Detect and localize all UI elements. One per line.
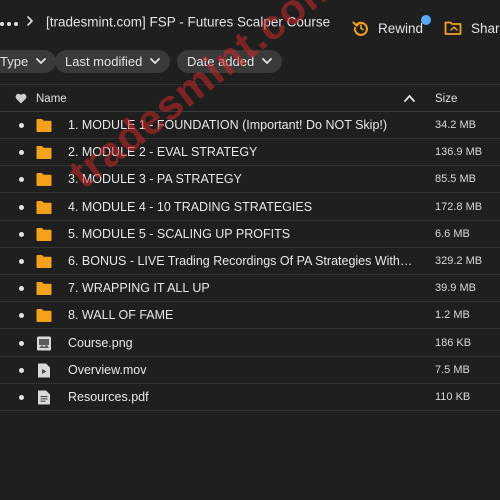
file-size: 1.2 MB — [435, 309, 470, 322]
rewind-button[interactable]: Rewind — [352, 19, 423, 37]
bullet-icon — [19, 286, 24, 292]
file-row[interactable]: 5. MODULE 5 - SCALING UP PROFITS 6.6 MB — [0, 221, 500, 248]
file-size: 85.5 MB — [435, 173, 476, 186]
date-added-filter-label: Date added — [187, 54, 255, 69]
file-name[interactable]: 4. MODULE 4 - 10 TRADING STRATEGIES — [68, 200, 312, 214]
file-name[interactable]: 8. WALL OF FAME — [68, 308, 173, 322]
file-row[interactable]: 7. WRAPPING IT ALL UP 39.9 MB — [0, 275, 500, 303]
heart-icon[interactable] — [15, 93, 27, 104]
bullet-icon — [19, 367, 24, 373]
bullet-icon — [19, 231, 24, 237]
type-filter-label: Type — [0, 54, 29, 69]
last-modified-filter-chip[interactable]: Last modified — [55, 50, 171, 73]
bullet-icon — [19, 177, 24, 183]
rewind-icon — [352, 21, 368, 36]
file-name[interactable]: Overview.mov — [68, 363, 147, 377]
bullet-icon — [19, 204, 24, 210]
file-row[interactable]: 6. BONUS - LIVE Trading Recordings Of PA… — [0, 248, 500, 275]
list-header: Name Size — [0, 84, 500, 112]
last-modified-filter-label: Last modified — [65, 54, 143, 69]
size-column-header[interactable]: Size — [435, 93, 457, 105]
name-column-header[interactable]: Name — [36, 93, 67, 105]
folder-icon — [36, 227, 52, 242]
folder-icon — [36, 308, 52, 323]
file-name[interactable]: Resources.pdf — [68, 390, 149, 404]
file-size: 6.6 MB — [435, 227, 470, 240]
file-size: 172.8 MB — [435, 200, 483, 213]
share-button[interactable]: Shar — [444, 20, 500, 36]
sort-arrow-up-icon[interactable] — [404, 94, 415, 102]
file-name[interactable]: Course.png — [68, 336, 133, 350]
share-label: Shar — [471, 20, 500, 36]
bullet-icon — [19, 150, 24, 156]
video-file-icon — [36, 363, 52, 378]
folder-title: [tradesmint.com] FSP - Futures Scalper C… — [46, 14, 331, 30]
file-size: 34.2 MB — [435, 119, 476, 131]
file-name[interactable]: 7. WRAPPING IT ALL UP — [68, 281, 210, 295]
bullet-icon — [19, 340, 24, 346]
file-size: 329.2 MB — [435, 255, 483, 267]
file-size: 39.9 MB — [435, 282, 476, 295]
file-row[interactable]: 3. MODULE 3 - PA STRATEGY 85.5 MB — [0, 166, 500, 194]
bullet-icon — [19, 313, 24, 319]
type-filter-chip[interactable]: Type — [0, 50, 57, 73]
document-file-icon — [36, 390, 52, 405]
chevron-down-icon — [150, 58, 161, 64]
chevron-right-icon — [27, 16, 33, 26]
file-row[interactable]: 8. WALL OF FAME 1.2 MB — [0, 302, 500, 330]
file-name[interactable]: 5. MODULE 5 - SCALING UP PROFITS — [68, 227, 290, 241]
file-name[interactable]: 6. BONUS - LIVE Trading Recordings Of PA… — [68, 254, 413, 268]
folder-icon — [36, 254, 52, 269]
file-size: 110 KB — [435, 391, 471, 403]
chevron-down-icon — [262, 58, 273, 64]
file-name[interactable]: 2. MODULE 2 - EVAL STRATEGY — [68, 145, 257, 159]
file-name[interactable]: 3. MODULE 3 - PA STRATEGY — [68, 172, 242, 186]
file-size: 7.5 MB — [435, 363, 470, 376]
file-size: 186 KB — [435, 336, 472, 349]
file-row[interactable]: Overview.mov 7.5 MB — [0, 357, 500, 384]
bullet-icon — [19, 123, 24, 128]
share-folder-icon — [444, 21, 462, 35]
chevron-down-icon — [36, 58, 47, 64]
more-dots-icon[interactable] — [0, 22, 18, 26]
file-row[interactable]: 4. MODULE 4 - 10 TRADING STRATEGIES 172.8… — [0, 194, 500, 221]
file-size: 136.9 MB — [435, 146, 483, 159]
rewind-label: Rewind — [378, 20, 424, 36]
bullet-icon — [19, 259, 24, 264]
folder-icon — [36, 118, 52, 133]
file-row[interactable]: 2. MODULE 2 - EVAL STRATEGY 136.9 MB — [0, 139, 500, 167]
folder-icon — [36, 145, 52, 160]
file-row[interactable]: Course.png 186 KB — [0, 330, 500, 357]
notification-dot — [421, 15, 431, 25]
date-added-filter-chip[interactable]: Date added — [177, 50, 283, 73]
folder-icon — [36, 281, 52, 296]
file-name[interactable]: 1. MODULE 1 - FOUNDATION (Important! Do … — [68, 118, 387, 132]
top-bar: [tradesmint.com] FSP - Futures Scalper C… — [0, 0, 500, 44]
file-row[interactable]: 1. MODULE 1 - FOUNDATION (Important! Do … — [0, 112, 500, 139]
folder-icon — [36, 172, 52, 187]
bullet-icon — [19, 395, 24, 400]
image-file-icon — [36, 336, 52, 351]
file-row[interactable]: Resources.pdf 110 KB — [0, 384, 500, 411]
folder-icon — [36, 200, 52, 215]
